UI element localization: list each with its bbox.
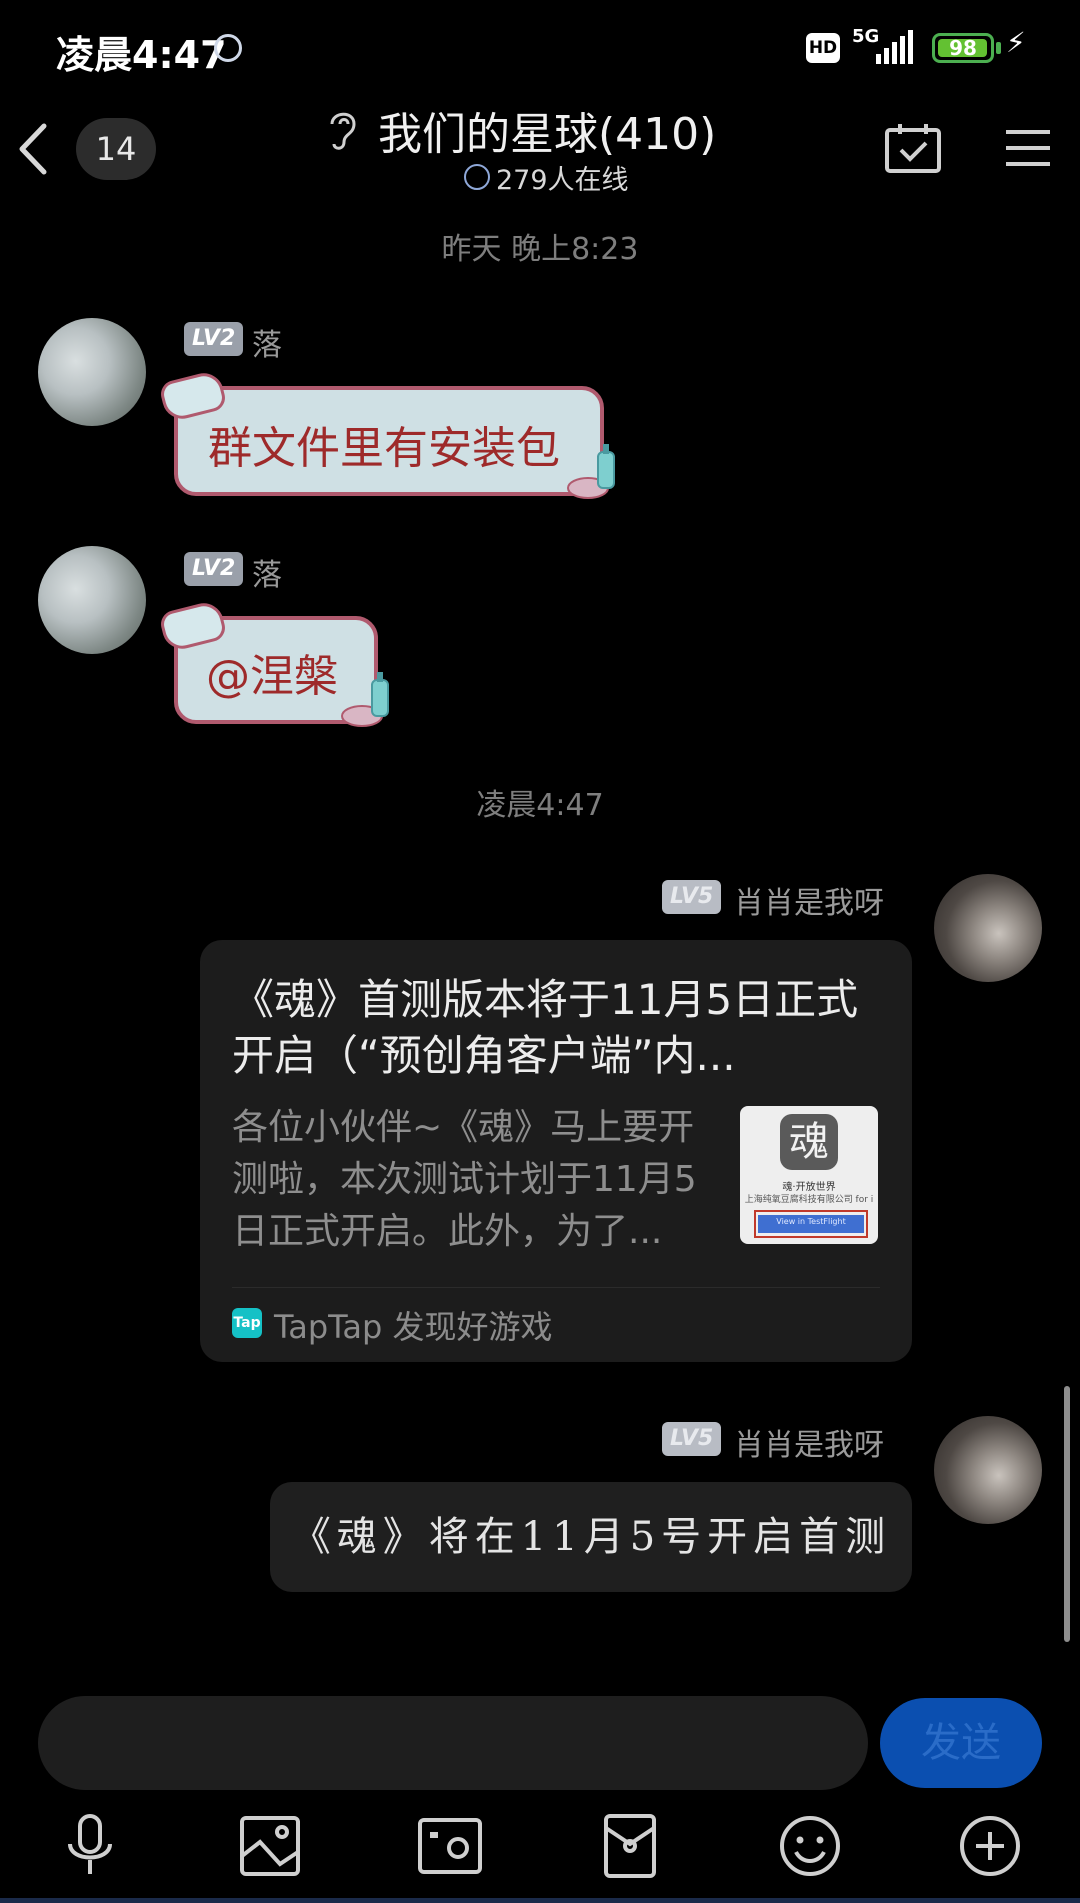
avatar[interactable] [934, 1416, 1042, 1524]
avatar[interactable] [38, 546, 146, 654]
sender-name[interactable]: 落 [252, 320, 282, 364]
avatar[interactable] [934, 874, 1042, 982]
status-time: 凌晨4:47 [56, 33, 227, 77]
online-count: 279人在线 [496, 165, 629, 196]
message-bubble[interactable]: 群文件里有安装包 [158, 369, 615, 499]
ear-icon [330, 112, 356, 150]
message-timestamp: 凌晨4:47 [476, 788, 604, 823]
app-icon: 魂 [780, 1114, 838, 1170]
level-badge: LV5 [662, 880, 722, 914]
battery-tip [996, 42, 1001, 54]
red-packet-icon[interactable] [594, 1812, 666, 1880]
thumb-button: View in TestFlight [758, 1215, 864, 1233]
taptap-logo-icon: Tap [232, 1308, 262, 1338]
charging-icon: ⚡ [1006, 26, 1026, 59]
emoji-icon[interactable] [774, 1812, 846, 1880]
avatar[interactable] [38, 318, 146, 426]
card-title: 《魂》首测版本将于11月5日正式开启（“预创角客户端”内... [232, 975, 859, 1080]
bottle-decoration [567, 444, 615, 499]
send-button[interactable]: 发送 [880, 1698, 1042, 1788]
unread-count-badge[interactable]: 14 [76, 118, 156, 180]
sender-name[interactable]: 肖肖是我呀 [734, 878, 884, 922]
picture-icon[interactable] [234, 1812, 306, 1880]
level-badge: LV2 [184, 322, 244, 356]
camera-icon[interactable] [414, 1812, 486, 1880]
sender-name[interactable]: 肖肖是我呀 [734, 1420, 884, 1464]
calendar-check-icon[interactable] [884, 122, 942, 174]
online-icon [464, 164, 490, 190]
group-title[interactable]: 我们的星球(410) [378, 98, 716, 162]
signal-icon [876, 30, 913, 64]
bottle-decoration [341, 672, 389, 727]
level-badge: LV5 [662, 1422, 722, 1456]
message-bubble[interactable]: 《魂》将在11月5号开启首测 [270, 1482, 912, 1592]
card-divider [232, 1287, 880, 1288]
hd-badge: HD [806, 33, 840, 63]
battery-icon: 98 [932, 33, 994, 63]
thumb-button-frame: View in TestFlight [754, 1210, 868, 1238]
message-bubble[interactable]: @涅槃 [158, 599, 389, 727]
plus-icon[interactable] [954, 1812, 1026, 1880]
message-timestamp: 昨天 晚上8:23 [441, 232, 639, 267]
home-indicator [0, 1898, 1080, 1903]
battery-percent: 98 [949, 36, 977, 60]
microphone-icon[interactable] [54, 1812, 126, 1880]
menu-icon[interactable] [1004, 126, 1052, 170]
notification-icon [214, 34, 242, 62]
message-text: 群文件里有安装包 [208, 423, 560, 474]
message-input[interactable] [38, 1696, 868, 1790]
scrollbar[interactable] [1064, 1386, 1070, 1642]
thumb-app-name: 魂·开放世界 [782, 1182, 836, 1193]
sender-name[interactable]: 落 [252, 550, 282, 594]
card-source: TapTap 发现好游戏 [274, 1308, 553, 1346]
card-description: 各位小伙伴~《魂》马上要开测啦，本次测试计划于11月5日正式开启。此外，为了..… [232, 1107, 697, 1252]
level-badge: LV2 [184, 552, 244, 586]
message-text: @涅槃 [206, 651, 338, 702]
thumb-developer: 上海纯氧豆腐科技有限公司 for i [744, 1195, 874, 1205]
card-thumbnail: 魂 魂·开放世界 上海纯氧豆腐科技有限公司 for i View in Test… [740, 1106, 878, 1244]
back-icon[interactable] [14, 120, 54, 178]
